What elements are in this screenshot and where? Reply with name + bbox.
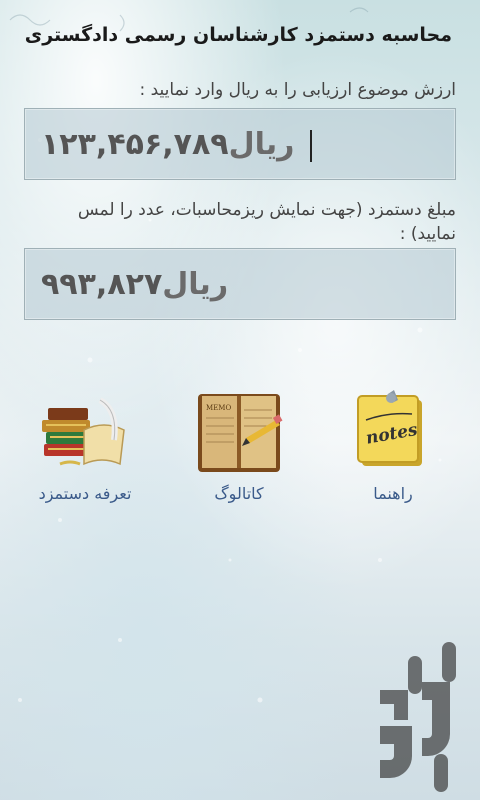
input-label: ارزش موضوع ارزیابی را به ریال وارد نمایی…	[139, 80, 456, 100]
text-caret	[310, 129, 313, 162]
value-amount: ۱۲۳,۴۵۶,۷۸۹	[41, 127, 229, 162]
books-scroll-icon	[40, 390, 130, 476]
page-title: محاسبه دستمزد کارشناسان رسمی دادگستری	[24, 24, 452, 46]
memo-book-icon: MEMO	[194, 390, 284, 476]
tariff-label: تعرفه دستمزد	[38, 484, 132, 503]
memo-icon-text: MEMO	[206, 404, 231, 412]
result-label: مبلغ دستمزد (جهت نمایش ریزمحاسبات، عدد ر…	[77, 200, 456, 244]
fee-result-text[interactable]: ریال۹۹۳,۸۲۷	[41, 267, 242, 302]
tariff-button[interactable]: تعرفه دستمزد	[20, 390, 150, 503]
value-unit: ریال	[228, 127, 295, 162]
fee-unit: ریال	[162, 267, 229, 302]
catalog-label: کاتالوگ	[214, 484, 264, 503]
fee-result-box[interactable]: ریال۹۹۳,۸۲۷	[24, 248, 456, 320]
store-logo-watermark	[380, 642, 456, 792]
guide-button[interactable]: notes راهنما	[328, 390, 458, 503]
value-input-field[interactable]: ریال۱۲۳,۴۵۶,۷۸۹	[24, 108, 456, 180]
catalog-button[interactable]: MEMO کاتالوگ	[174, 390, 304, 503]
notes-icon: notes	[348, 390, 438, 476]
value-input-text[interactable]: ریال۱۲۳,۴۵۶,۷۸۹	[41, 127, 313, 162]
guide-label: راهنما	[373, 484, 413, 503]
fee-amount: ۹۹۳,۸۲۷	[41, 267, 163, 302]
